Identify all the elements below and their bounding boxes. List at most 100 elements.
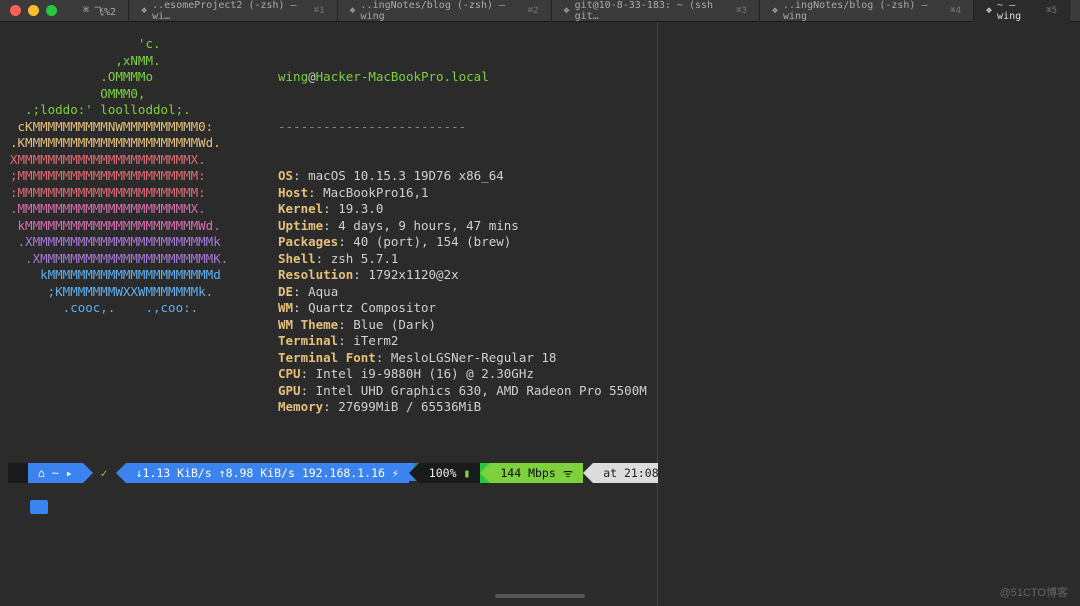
window-titlebar: ⌘飞%2❖..esomeProject2 (-zsh) — wi…⌘1❖..in… (0, 0, 1080, 22)
tmux-status-bar: ⌂ ~ ▸ ✓ ↓1.13 KiB/s ↑8.98 KiB/s 192.168.… (0, 462, 657, 484)
neofetch-output: 'c. ,xNMM. .OMMMMo OMMM0, .;loddo:' lool… (10, 36, 647, 514)
status-path-seg[interactable]: ⌂ ~ ▸ (28, 463, 83, 483)
scroll-indicator (495, 594, 585, 598)
right-pane[interactable] (658, 22, 1080, 606)
ascii-line: .KMMMMMMMMMMMMMMMMMMMMMMMWd. (10, 135, 250, 152)
ascii-line: .OMMMMo (10, 69, 250, 86)
net-up: ↑8.98 KiB/s (219, 466, 295, 480)
tab-label: 飞%2 (94, 3, 116, 18)
status-apple-seg[interactable] (8, 463, 28, 483)
ascii-line: .MMMMMMMMMMMMMMMMMMMMMMMX. (10, 201, 250, 218)
info-key: Memory (278, 399, 323, 414)
status-network-seg[interactable]: ↓1.13 KiB/s ↑8.98 KiB/s 192.168.1.16 ⚡ (126, 463, 409, 483)
info-value: : iTerm2 (338, 333, 398, 348)
username: wing (278, 69, 308, 84)
terminal-tab[interactable]: ❖..ingNotes/blog (-zsh) — wing⌘4 (760, 0, 974, 22)
terminal-tabs: ⌘飞%2❖..esomeProject2 (-zsh) — wi…⌘1❖..in… (71, 0, 1070, 22)
info-row: OS: macOS 10.15.3 19D76 x86_64 (278, 168, 647, 185)
system-info: wing@Hacker-MacBookPro.local -----------… (278, 36, 647, 514)
info-row: Terminal: iTerm2 (278, 333, 647, 350)
wifi-icon: ᯤ (563, 466, 574, 481)
info-key: Packages (278, 234, 338, 249)
tab-label: ~ — wing (997, 0, 1040, 22)
info-value: : 19.3.0 (323, 201, 383, 216)
info-key: CPU (278, 366, 301, 381)
info-key: Shell (278, 251, 316, 266)
info-key: WM (278, 300, 293, 315)
info-value: : Intel UHD Graphics 630, AMD Radeon Pro… (301, 383, 647, 398)
info-value: : Blue (Dark) (338, 317, 436, 332)
info-key: Terminal (278, 333, 338, 348)
check-icon: ✓ (101, 466, 108, 480)
tab-icon: ⌘ (83, 5, 89, 16)
info-row: Packages: 40 (port), 154 (brew) (278, 234, 647, 251)
info-value: : MesloLGSNer-Regular 18 (376, 350, 557, 365)
arrow-icon (583, 463, 593, 483)
hostname: Hacker-MacBookPro.local (316, 69, 489, 84)
info-row: WM Theme: Blue (Dark) (278, 317, 647, 334)
ascii-line: :MMMMMMMMMMMMMMMMMMMMMMMM: (10, 185, 250, 202)
info-value: : 40 (port), 154 (brew) (338, 234, 511, 249)
minimize-button[interactable] (28, 5, 39, 16)
traffic-lights (10, 5, 57, 16)
info-value: : 4 days, 9 hours, 47 mins (323, 218, 519, 233)
status-wifi-seg[interactable]: 144 Mbps ᯤ (490, 463, 583, 483)
apple-ascii-logo: 'c. ,xNMM. .OMMMMo OMMM0, .;loddo:' lool… (10, 36, 250, 514)
terminal-tab[interactable]: ❖~ — wing⌘5 (974, 0, 1070, 22)
net-down: ↓1.13 KiB/s (136, 466, 212, 480)
ascii-line: 'c. (10, 36, 250, 53)
ascii-line: .;loddo:' loolloddol;. (10, 102, 250, 119)
ip-address: 192.168.1.16 (302, 466, 385, 480)
ascii-line: OMMM0, (10, 86, 250, 103)
tab-shortcut: ⌘2 (528, 6, 539, 16)
info-row: Uptime: 4 days, 9 hours, 47 mins (278, 218, 647, 235)
info-key: Uptime (278, 218, 323, 233)
tab-shortcut: ⌘3 (736, 6, 747, 16)
battery-icon: ▮ (463, 466, 470, 480)
info-key: Terminal Font (278, 350, 376, 365)
left-pane[interactable]: 'c. ,xNMM. .OMMMMo OMMM0, .;loddo:' lool… (0, 22, 658, 606)
cwd-path: ~ (52, 466, 59, 480)
ascii-line: ;MMMMMMMMMMMMMMMMMMMMMMMM: (10, 168, 250, 185)
prompt-cursor[interactable] (30, 500, 48, 514)
user-host-line: wing@Hacker-MacBookPro.local (278, 69, 647, 86)
terminal-tab[interactable]: ❖git@10-8-33-183: ~ (ssh git…⌘3 (552, 0, 760, 22)
watermark-text: @51CTO博客 (1000, 584, 1068, 600)
tab-shortcut: ⌘1 (314, 6, 325, 16)
ascii-line: .XMMMMMMMMMMMMMMMMMMMMMMMK. (10, 251, 250, 268)
tab-icon: ❖ (772, 5, 778, 16)
info-value: : 27699MiB / 65536MiB (323, 399, 481, 414)
tab-icon: ❖ (564, 5, 570, 16)
ascii-line: cKMMMMMMMMMMNWMMMMMMMMMM0: (10, 119, 250, 136)
info-row: Resolution: 1792x1120@2x (278, 267, 647, 284)
info-row: Kernel: 19.3.0 (278, 201, 647, 218)
ascii-line: ;KMMMMMMMWXXWMMMMMMMk. (10, 284, 250, 301)
battery-pct: 100% (429, 466, 457, 480)
zoom-button[interactable] (46, 5, 57, 16)
tab-icon: ❖ (986, 5, 992, 16)
terminal-tab[interactable]: ⌘ 飞%2 (71, 0, 129, 22)
ascii-line: XMMMMMMMMMMMMMMMMMMMMMMMX. (10, 152, 250, 169)
info-row: WM: Quartz Compositor (278, 300, 647, 317)
tab-icon: ❖ (350, 5, 356, 16)
info-value: : macOS 10.15.3 19D76 x86_64 (293, 168, 504, 183)
tab-label: ..ingNotes/blog (-zsh) — wing (783, 0, 944, 22)
info-row: Memory: 27699MiB / 65536MiB (278, 399, 647, 416)
terminal-tab[interactable]: ❖..ingNotes/blog (-zsh) — wing⌘2 (338, 0, 552, 22)
ascii-line: kMMMMMMMMMMMMMMMMMMMMMMd (10, 267, 250, 284)
info-value: : MacBookPro16,1 (308, 185, 428, 200)
arrow-icon (480, 463, 490, 483)
info-key: DE (278, 284, 293, 299)
status-battery-seg[interactable]: 100% ▮ (419, 463, 481, 483)
tab-icon: ❖ (141, 5, 147, 16)
info-row: Host: MacBookPro16,1 (278, 185, 647, 202)
home-icon: ⌂ (38, 466, 45, 480)
close-button[interactable] (10, 5, 21, 16)
clock-label: at (603, 466, 617, 480)
arrow-icon (116, 463, 126, 483)
info-key: WM Theme (278, 317, 338, 332)
info-key: Kernel (278, 201, 323, 216)
separator-line: ------------------------- (278, 119, 647, 136)
info-value: : zsh 5.7.1 (316, 251, 399, 266)
terminal-tab[interactable]: ❖..esomeProject2 (-zsh) — wi…⌘1 (129, 0, 337, 22)
